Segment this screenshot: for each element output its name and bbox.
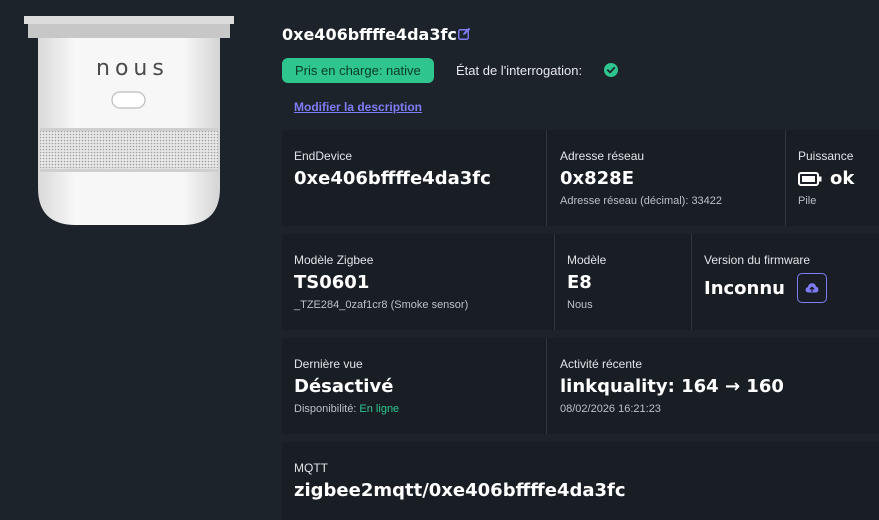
network-address-label: Adresse réseau bbox=[560, 149, 645, 163]
end-device-label: EndDevice bbox=[294, 149, 353, 163]
zigbee-model-id: _TZE284_0zaf1cr8 (Smoke sensor) bbox=[294, 299, 469, 311]
availability-label: Disponibilité: bbox=[294, 403, 360, 415]
power-value: ok bbox=[830, 168, 855, 189]
firmware-check-button[interactable] bbox=[797, 273, 827, 303]
model-value: E8 bbox=[567, 272, 592, 293]
firmware-row: Inconnu bbox=[704, 273, 827, 303]
recent-activity-timestamp: 08/02/2026 16:21:23 bbox=[560, 403, 661, 415]
power-value-row: ok bbox=[798, 168, 854, 189]
network-address-cell: Adresse réseau 0x828E Adresse réseau (dé… bbox=[560, 149, 722, 207]
divider bbox=[554, 234, 555, 330]
availability-status: En ligne bbox=[359, 403, 400, 415]
support-badge: Pris en charge: native bbox=[282, 58, 434, 83]
model-cell: Modèle E8 Nous bbox=[567, 253, 606, 311]
firmware-label: Version du firmware bbox=[704, 253, 811, 267]
network-address-value: 0x828E bbox=[560, 168, 635, 189]
device-image bbox=[24, 16, 236, 228]
network-address-decimal: Adresse réseau (décimal): 33422 bbox=[560, 195, 723, 207]
mqtt-topic: zigbee2mqtt/0xe406bffffe4da3fc bbox=[294, 480, 626, 501]
end-device-cell: EndDevice 0xe406bffffe4da3fc bbox=[294, 149, 491, 189]
zigbee-model-value: TS0601 bbox=[294, 272, 370, 293]
power-source: Pile bbox=[798, 195, 817, 207]
firmware-value: Inconnu bbox=[704, 277, 785, 299]
recent-activity-cell: Activité récente linkquality: 164 → 160 … bbox=[560, 357, 784, 415]
divider bbox=[785, 130, 786, 226]
model-label: Modèle bbox=[567, 253, 607, 267]
end-device-value: 0xe406bffffe4da3fc bbox=[294, 168, 491, 189]
last-seen-value: Désactivé bbox=[294, 376, 394, 397]
model-vendor: Nous bbox=[567, 299, 593, 311]
last-seen-cell: Dernière vue Désactivé Disponibilité: En… bbox=[294, 357, 399, 415]
mqtt-label: MQTT bbox=[294, 461, 328, 475]
brand-logo: nous bbox=[96, 56, 169, 81]
recent-activity-value: linkquality: 164 → 160 bbox=[560, 376, 784, 397]
interrogation-label: État de l'interrogation: bbox=[456, 63, 583, 78]
modify-description-link[interactable]: Modifier la description bbox=[294, 100, 422, 114]
cloud-upload-icon bbox=[805, 283, 819, 293]
firmware-cell: Version du firmware Inconnu bbox=[704, 253, 827, 303]
zigbee-model-label: Modèle Zigbee bbox=[294, 253, 374, 267]
zigbee-model-cell: Modèle Zigbee TS0601 _TZE284_0zaf1cr8 (S… bbox=[294, 253, 468, 311]
battery-icon bbox=[798, 171, 822, 186]
divider bbox=[691, 234, 692, 330]
device-title: 0xe406bffffe4da3fc bbox=[282, 25, 457, 44]
availability: Disponibilité: En ligne bbox=[294, 403, 399, 415]
divider bbox=[546, 338, 547, 434]
edit-icon bbox=[457, 27, 470, 40]
last-seen-label: Dernière vue bbox=[294, 357, 363, 371]
mqtt-cell: MQTT zigbee2mqtt/0xe406bffffe4da3fc bbox=[294, 461, 626, 501]
edit-button[interactable] bbox=[456, 25, 472, 41]
check-circle-icon bbox=[604, 63, 618, 77]
power-label: Puissance bbox=[798, 149, 854, 163]
recent-activity-label: Activité récente bbox=[560, 357, 643, 371]
power-cell: Puissance ok Pile bbox=[798, 149, 854, 207]
divider bbox=[546, 130, 547, 226]
